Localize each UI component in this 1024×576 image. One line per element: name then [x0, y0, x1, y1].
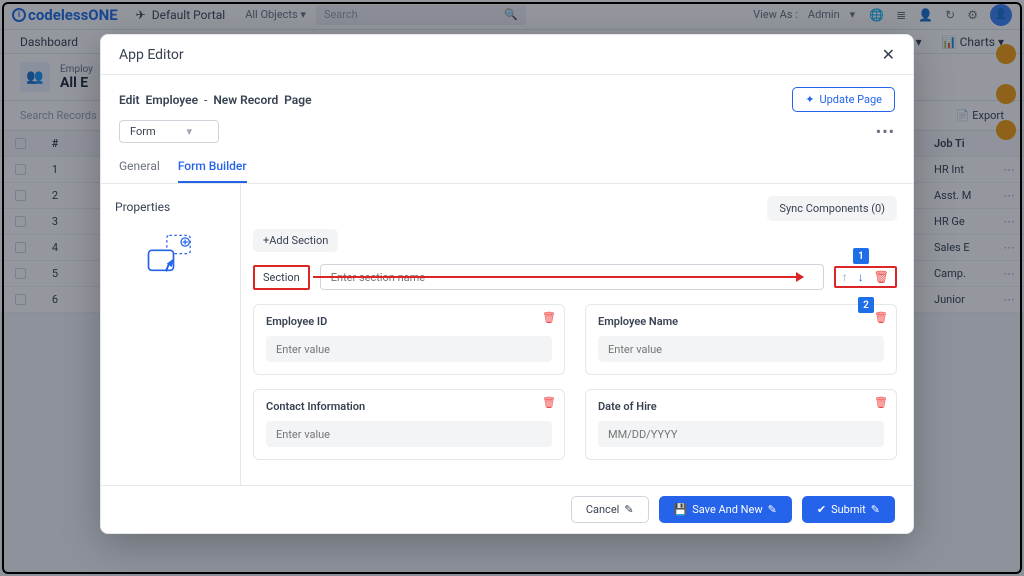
properties-panel: Properties: [101, 184, 241, 485]
field-value-input[interactable]: [266, 421, 552, 447]
field-label: Date of Hire: [598, 400, 884, 413]
close-icon[interactable]: ✕: [882, 45, 895, 64]
annotation-arrow: [313, 276, 803, 278]
delete-field-icon[interactable]: 🗑: [542, 311, 556, 324]
breadcrumb: Edit Employee - New Record Page: [119, 93, 312, 107]
field-card[interactable]: 🗑Date of Hire: [585, 389, 897, 460]
pencil-icon: ✎: [768, 503, 777, 516]
tab-general[interactable]: General: [119, 153, 160, 183]
field-value-input[interactable]: [598, 421, 884, 447]
pencil-icon: ✎: [871, 503, 880, 516]
field-value-input[interactable]: [266, 336, 552, 362]
field-value-input[interactable]: [598, 336, 884, 362]
chevron-down-icon: ▾: [186, 125, 192, 138]
move-up-icon[interactable]: ↑: [842, 270, 848, 284]
field-card[interactable]: 2🗑Employee Name: [585, 304, 897, 375]
section-header: Section 1 ↑ ↓ 🗑: [253, 264, 897, 290]
section-actions: 1 ↑ ↓ 🗑: [834, 266, 897, 288]
callout-badge-1: 1: [853, 248, 869, 264]
move-down-icon[interactable]: ↓: [858, 270, 864, 284]
modal-title: App Editor: [119, 47, 184, 63]
tab-form-builder[interactable]: Form Builder: [178, 153, 247, 183]
callout-badge-2: 2: [858, 297, 874, 313]
delete-field-icon[interactable]: 🗑: [874, 311, 888, 324]
app-editor-modal: App Editor ✕ Edit Employee - New Record …: [100, 34, 914, 534]
view-type-select[interactable]: Form ▾: [119, 120, 219, 143]
add-section-button[interactable]: +Add Section: [253, 229, 338, 252]
field-label: Employee ID: [266, 315, 552, 328]
drag-drop-icon: [141, 232, 201, 282]
field-label: Employee Name: [598, 315, 884, 328]
pencil-icon: ✎: [624, 503, 633, 516]
field-card[interactable]: 🗑Employee ID: [253, 304, 565, 375]
delete-field-icon[interactable]: 🗑: [542, 396, 556, 409]
editor-tabs: General Form Builder: [101, 153, 913, 184]
properties-title: Properties: [115, 200, 226, 214]
modal-footer: Cancel ✎ 💾 Save And New ✎ ✔ Submit ✎: [101, 485, 913, 533]
update-page-button[interactable]: ✦ Update Page: [792, 87, 895, 112]
delete-field-icon[interactable]: 🗑: [874, 396, 888, 409]
sync-components-button[interactable]: Sync Components (0): [767, 196, 897, 221]
more-menu[interactable]: •••: [876, 122, 895, 141]
form-builder-area: Sync Components (0) +Add Section Section…: [241, 184, 913, 485]
delete-icon[interactable]: 🗑: [874, 270, 889, 284]
field-card[interactable]: 🗑Contact Information: [253, 389, 565, 460]
cancel-button[interactable]: Cancel ✎: [571, 496, 649, 523]
section-label: Section: [253, 265, 310, 290]
save-and-new-button[interactable]: 💾 Save And New ✎: [659, 496, 792, 523]
field-label: Contact Information: [266, 400, 552, 413]
submit-button[interactable]: ✔ Submit ✎: [802, 496, 895, 523]
wand-icon: ✦: [805, 93, 814, 106]
save-icon: 💾: [674, 503, 688, 516]
check-icon: ✔: [817, 503, 826, 516]
